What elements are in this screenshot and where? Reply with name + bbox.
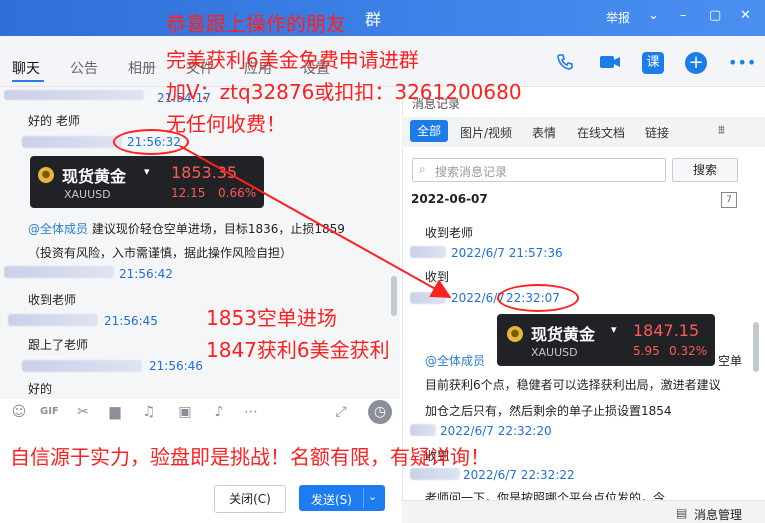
annotation-arrow (179, 145, 452, 298)
